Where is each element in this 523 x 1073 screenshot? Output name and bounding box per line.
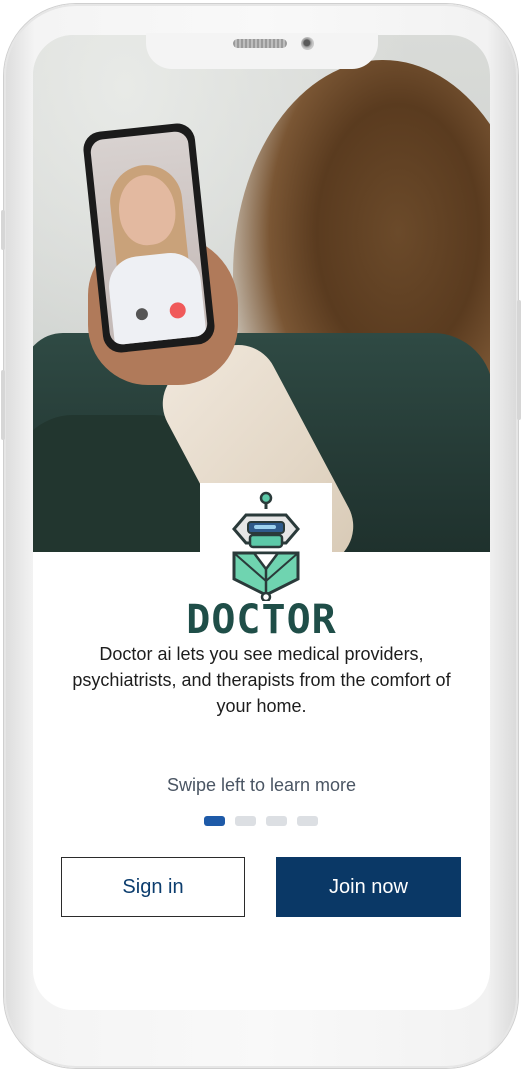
speaker-grille — [233, 39, 287, 48]
pager-dot[interactable] — [266, 816, 287, 826]
onboarding-description: Doctor ai lets you see medical providers… — [72, 644, 451, 716]
app-screen: DOCTOR Doctor ai lets you see medical pr… — [33, 35, 490, 1010]
swipe-hint: Swipe left to learn more — [166, 775, 357, 795]
phone-volume-button — [1, 210, 5, 250]
pager-dot[interactable] — [297, 816, 318, 826]
pager-dot[interactable] — [235, 816, 256, 826]
robot-doctor-logo-icon — [232, 491, 300, 601]
phone-side-button — [517, 300, 521, 420]
front-camera-icon — [301, 37, 314, 50]
brand-name: DOCTOR — [186, 597, 337, 643]
phone-volume-button — [1, 370, 5, 440]
pager-dot-active[interactable] — [204, 816, 225, 826]
join-now-button[interactable]: Join now — [276, 857, 461, 917]
sign-in-button[interactable]: Sign in — [61, 857, 245, 917]
hero-image — [33, 35, 490, 552]
video-call-screen — [89, 130, 209, 346]
brand-logo — [200, 483, 332, 601]
video-call-provider-coat — [106, 249, 207, 346]
hero-held-phone — [81, 121, 217, 355]
